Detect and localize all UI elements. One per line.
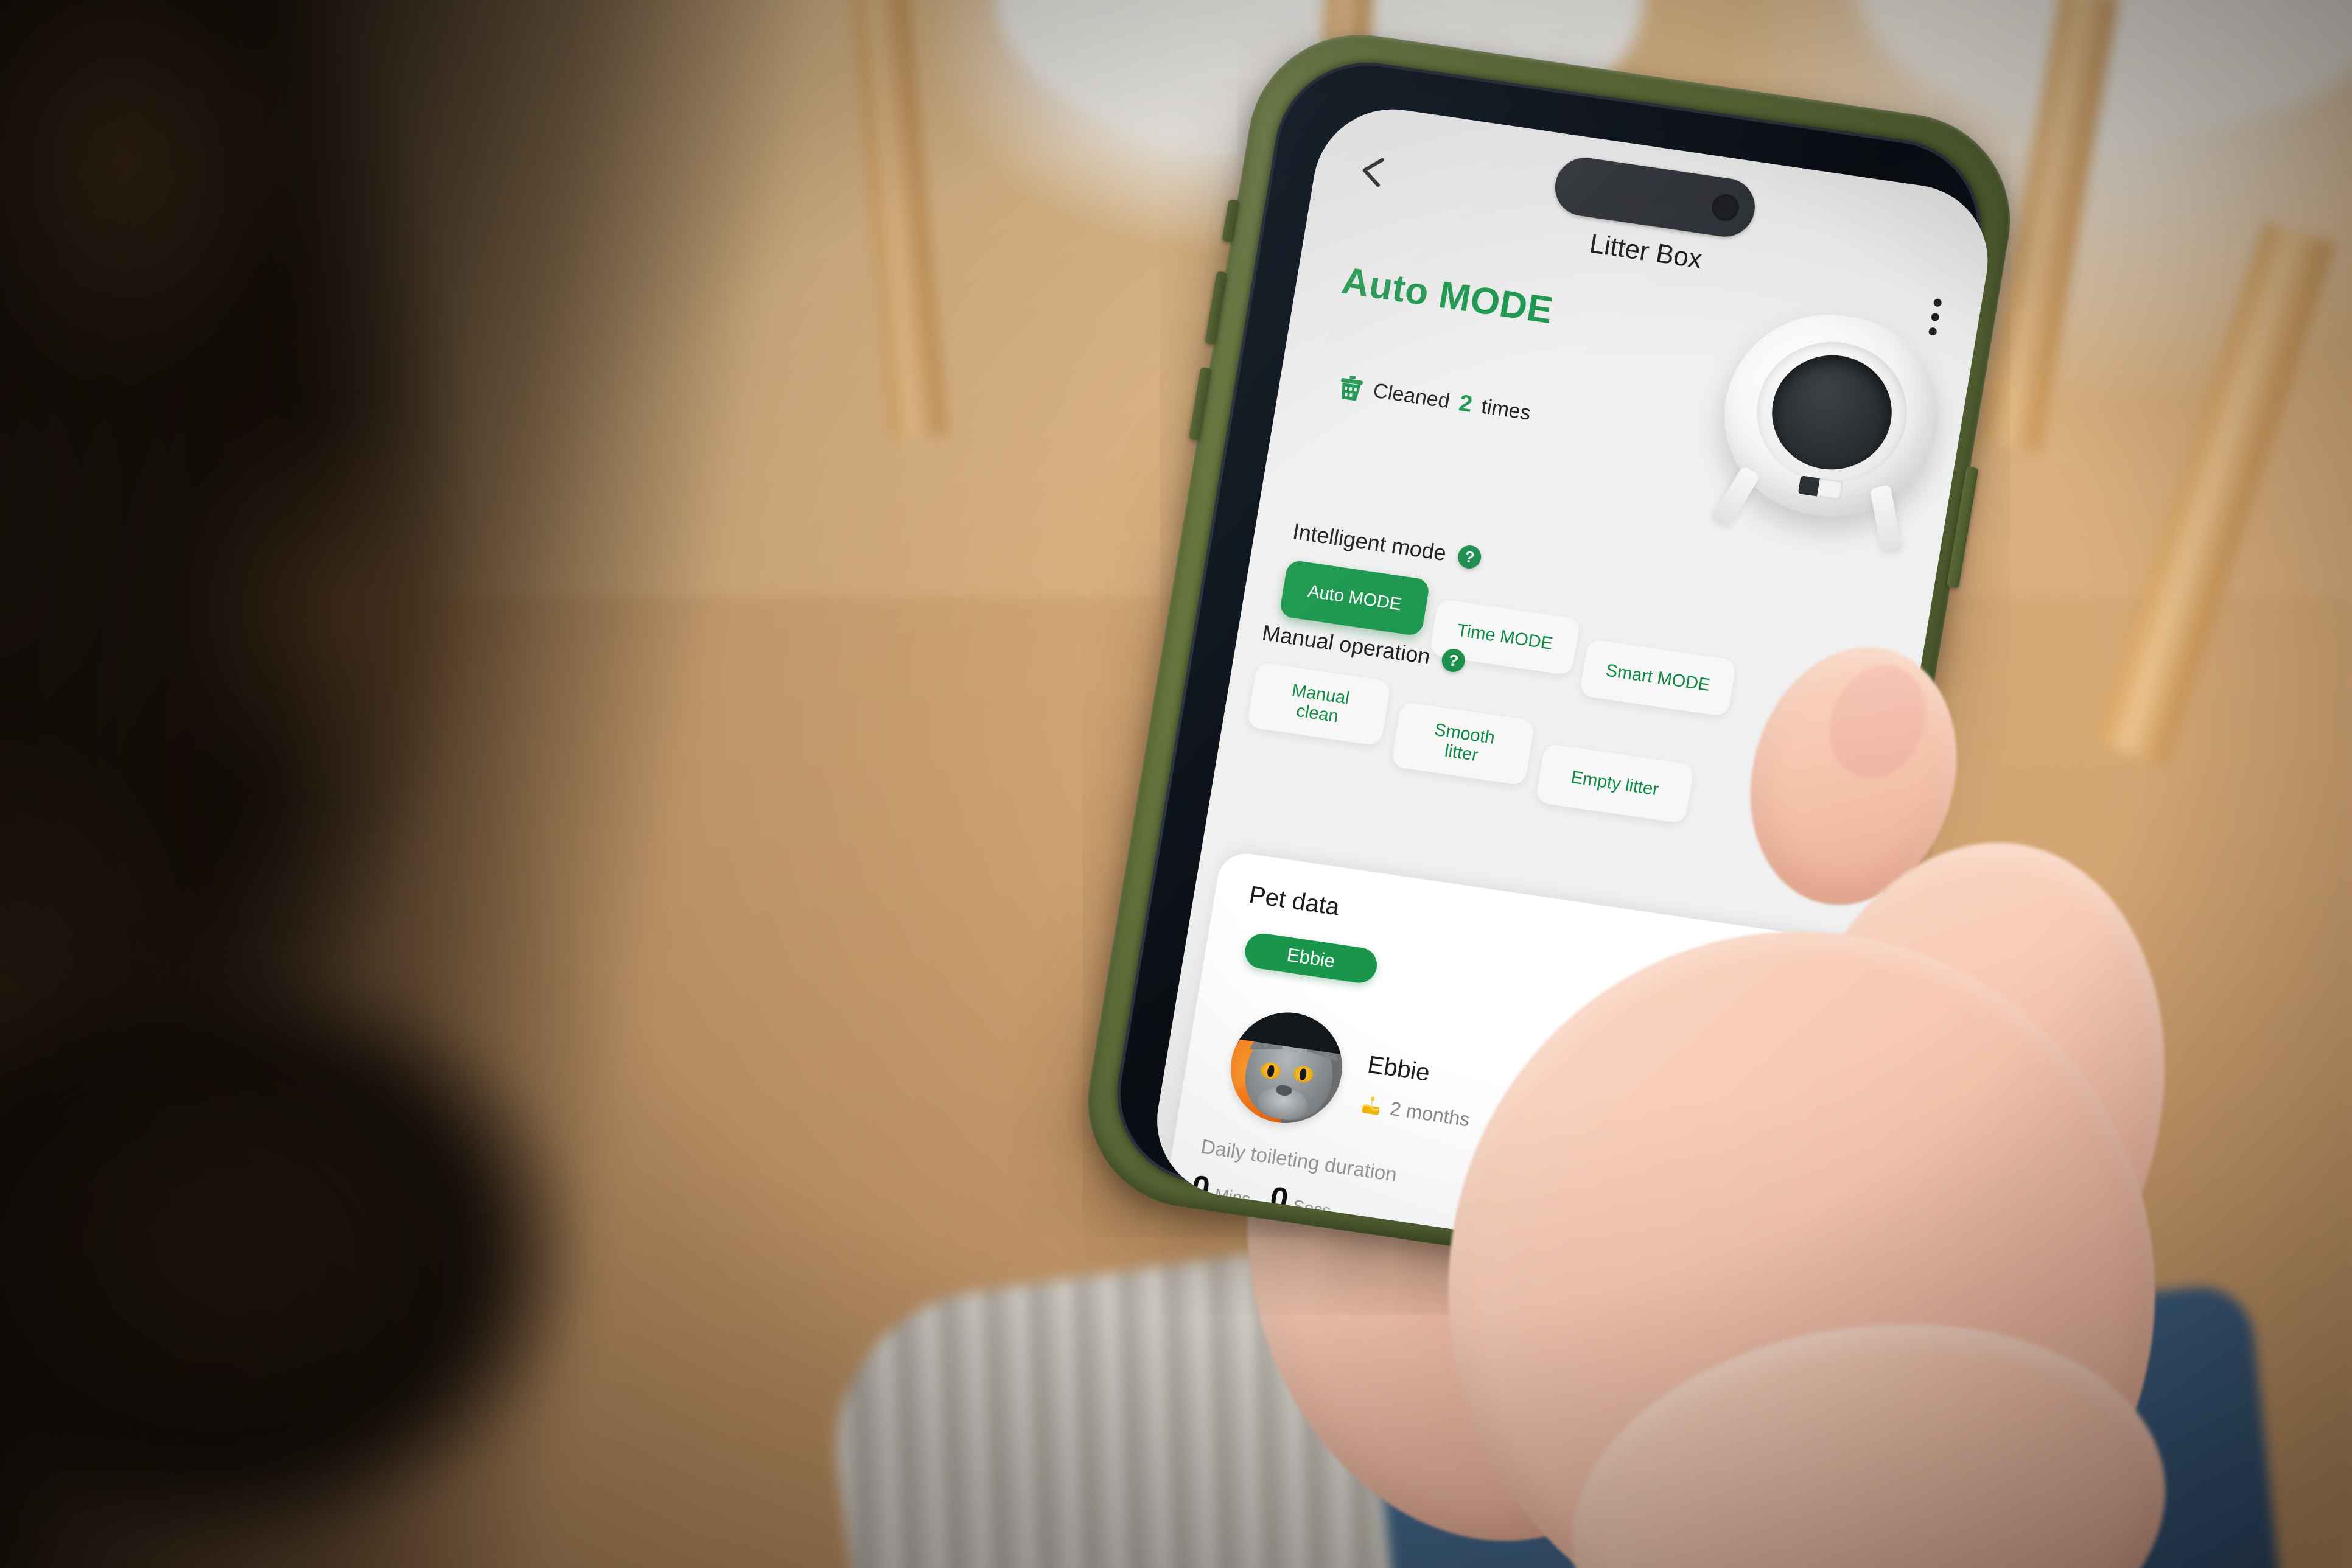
birthday-cake-icon [1360,1094,1384,1116]
intelligent-mode-title: Intelligent mode [1290,519,1449,566]
mode-button-smart[interactable]: Smart MODE [1579,639,1737,717]
cleaned-count: 2 [1457,390,1474,418]
back-arrow-icon[interactable] [1353,150,1397,193]
person-hair-lower [0,913,791,1568]
cleaned-unit: times [1479,394,1533,425]
question-mark-icon[interactable]: ? [1456,544,1483,570]
power-button[interactable] [1946,466,1979,589]
manual-button-smooth-litter[interactable]: Smooth litter [1390,701,1536,786]
photo-scene: Litter Box Auto MODE Cleaned 2 times Int… [0,0,2352,1568]
duration-seconds: 0 [1267,1180,1291,1218]
duration-seconds-unit: Secs [1291,1196,1332,1220]
question-mark-icon[interactable]: ? [1440,647,1467,674]
pet-selector-pill[interactable]: Ebbie [1242,931,1380,985]
intelligent-mode-label: Intelligent mode ? [1291,519,1483,571]
litter-bin-icon [1336,374,1365,402]
manual-button-empty-litter[interactable]: Empty litter [1535,743,1695,824]
current-mode-heading: Auto MODE [1339,259,1556,332]
duration-minutes: 0 [1189,1169,1213,1206]
duration-value: 0 Mins 0 Secs [1189,1169,1347,1224]
cat-avatar [1222,1005,1351,1131]
smooth-litter-line2: litter [1443,741,1480,766]
device-leg [1712,465,1761,527]
duration-comparison: Vs YSTD +0 Secs [1183,1221,1317,1258]
page-title: Litter Box [1587,228,1704,275]
pet-name: Ebbie [1365,1051,1432,1087]
litter-box-device [1690,281,1971,556]
pet-age-text: 2 months [1388,1097,1472,1131]
pet-data-title: Pet data [1247,881,1342,921]
duration-minutes-unit: Mins [1213,1185,1252,1209]
pet-age: 2 months [1359,1093,1471,1131]
cleaned-counter: Cleaned 2 times [1336,373,1533,426]
cleaned-label: Cleaned [1371,379,1452,413]
manual-button-manual-clean[interactable]: Manual clean [1247,662,1391,747]
